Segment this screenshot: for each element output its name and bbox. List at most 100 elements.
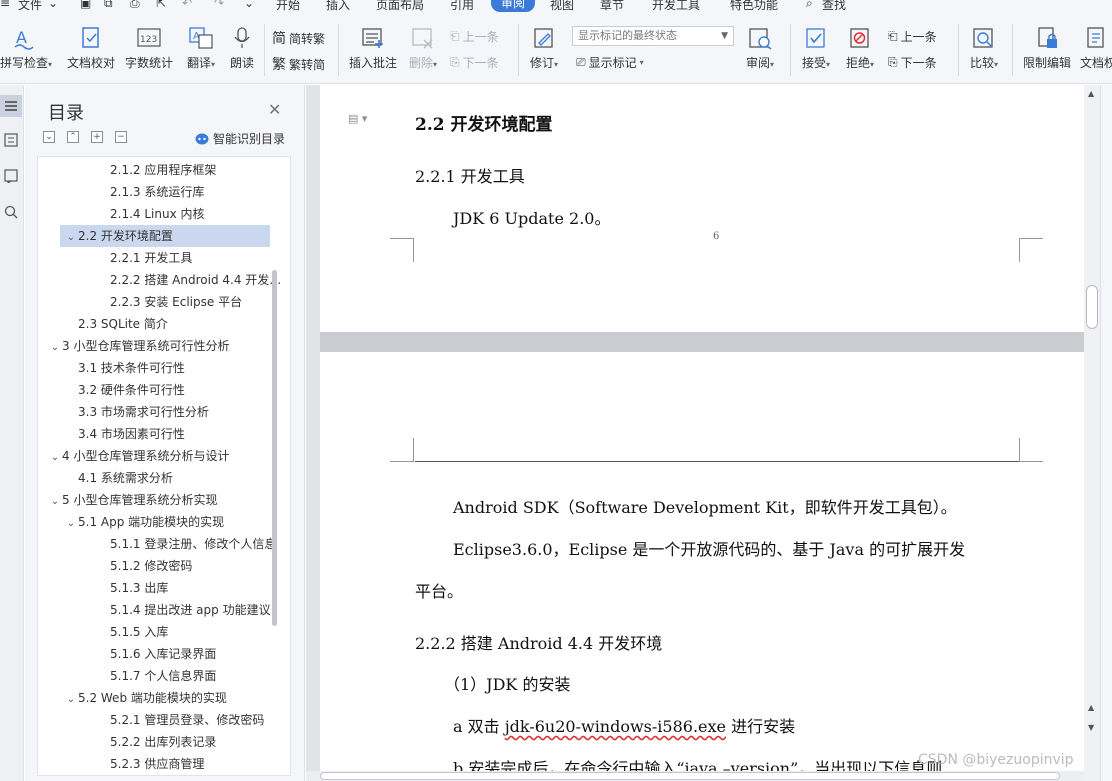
toc-item[interactable]: ⌄ 5 小型仓库管理系统分析实现 [38, 489, 284, 511]
tab-special[interactable]: 特色功能 [730, 0, 778, 13]
smart-toc-button[interactable]: 智能识别目录 [195, 130, 285, 147]
show-markup-button[interactable]: ⎚ 显示标记 ▾ [576, 54, 644, 71]
toc-item[interactable]: 5.1.5 入库 [38, 621, 284, 643]
delete-comment-button[interactable]: 删除▾ [404, 26, 442, 71]
doc-rights-button[interactable]: 文档权 [1080, 26, 1112, 71]
readaloud-button[interactable]: 朗读 [226, 26, 258, 71]
toc-panel-icon[interactable] [0, 95, 22, 117]
toc-item[interactable]: 5.1.1 登录注册、修改个人信息 [38, 533, 284, 555]
undo-icon[interactable]: ↶ [182, 0, 192, 10]
more-icon[interactable]: ⌄ [244, 0, 254, 10]
menu-icon[interactable]: ≡ [0, 0, 10, 10]
toc-item[interactable]: 3.2 硬件条件可行性 [38, 379, 284, 401]
chapter-panel-icon[interactable] [0, 129, 22, 151]
to-simplified-button[interactable]: 繁繁转简 [272, 54, 325, 74]
toc-item[interactable]: 2.1.4 Linux 内核 [38, 203, 284, 225]
toc-item[interactable]: 2.2.1 开发工具 [38, 247, 284, 269]
toc-item[interactable]: 5.1.4 提出改进 app 功能建议 [38, 599, 284, 621]
toc-item[interactable]: 3.1 技术条件可行性 [38, 357, 284, 379]
restrict-edit-button[interactable]: 限制编辑 [1020, 26, 1074, 71]
toc-item[interactable]: 5.1.2 修改密码 [38, 555, 284, 577]
chevron-down-icon[interactable]: ⌄ [64, 227, 78, 247]
chevron-down-icon[interactable]: ⌄ [48, 491, 62, 511]
scroll-thumb[interactable] [320, 772, 1060, 780]
reject-change-button[interactable]: 拒绝▾ [840, 26, 880, 71]
toc-item[interactable]: 5.2.1 管理员登录、修改密码 [38, 709, 284, 731]
compare-button[interactable]: 比较▾ [964, 26, 1004, 71]
scroll-down-icon[interactable]: ▲ [1088, 703, 1094, 712]
tab-review[interactable]: 审阅 [491, 0, 535, 12]
collapse-all-icon[interactable]: ⌄ [43, 131, 55, 143]
toc-item[interactable]: 2.2.2 搭建 Android 4.4 开发环境 [38, 269, 284, 291]
save-icon[interactable]: ▣ [80, 0, 91, 10]
proofread-button[interactable]: 文档校对 [64, 26, 118, 71]
toc-item[interactable]: 5.2.3 供应商管理 [38, 753, 284, 775]
accept-change-button[interactable]: 接受▾ [796, 26, 836, 71]
print-icon[interactable]: ⎙ [130, 0, 140, 11]
paragraph-icon[interactable]: ▤ ▾ [348, 112, 367, 125]
toc-item[interactable]: 3.3 市场需求可行性分析 [38, 401, 284, 423]
spellcheck-button[interactable]: A 拼写检查▾ [0, 26, 52, 71]
track-changes-button[interactable]: 修订▾ [524, 26, 564, 71]
redo-icon[interactable]: ↷ [214, 0, 224, 10]
chevron-down-icon[interactable]: ⌄ [48, 0, 58, 10]
toc-item[interactable]: ⌄ 5.2 Web 端功能模块的实现 [38, 687, 284, 709]
horizontal-scrollbar[interactable] [306, 771, 1084, 781]
tab-insert[interactable]: 插入 [326, 0, 350, 13]
crop-mark [390, 438, 414, 462]
tab-references[interactable]: 引用 [450, 0, 474, 13]
prev-comment-button[interactable]: ⎗ 上一条 [450, 28, 499, 45]
toc-item[interactable]: ⌄ 4 小型仓库管理系统分析与设计 [38, 445, 284, 467]
toc-item[interactable]: 3.4 市场因素可行性 [38, 423, 284, 445]
tab-page-layout[interactable]: 页面布局 [376, 0, 424, 13]
wordcount-button[interactable]: 123 字数统计 [124, 26, 174, 71]
scroll-up-icon[interactable]: ▲ [1088, 89, 1094, 98]
scroll-thumb[interactable] [1086, 285, 1098, 329]
toc-item[interactable]: 5.1.7 个人信息界面 [38, 665, 284, 687]
to-traditional-button[interactable]: 简简转繁 [272, 28, 325, 48]
chevron-down-icon[interactable]: ⌄ [48, 447, 62, 467]
chevron-down-icon[interactable]: ⌄ [48, 337, 62, 357]
search-icon[interactable]: ⌕ [806, 0, 813, 11]
plus-icon[interactable]: + [91, 131, 103, 143]
prev-change-button[interactable]: ⎗ 上一条 [888, 28, 937, 45]
markup-display-select[interactable]: 显示标记的最终状态 ▼ [572, 26, 734, 46]
next-change-button[interactable]: ⎘ 下一条 [888, 54, 937, 71]
toc-item[interactable]: ⌄ 5.1 App 端功能模块的实现 [38, 511, 284, 533]
toc-scrollbar[interactable] [272, 270, 277, 626]
toc-item[interactable]: 2.1.3 系统运行库 [38, 181, 284, 203]
toc-item[interactable]: 2.3 SQLite 简介 [38, 313, 284, 335]
tab-home[interactable]: 开始 [276, 0, 300, 13]
close-icon[interactable]: ✕ [268, 100, 281, 119]
toc-item[interactable]: 2.1.2 应用程序框架 [38, 159, 284, 181]
find-panel-icon[interactable] [0, 201, 22, 223]
toc-item[interactable]: ⌄ 2.2 开发环境配置 [60, 225, 270, 247]
toc-item-label: 3 小型仓库管理系统可行性分析 [62, 339, 230, 353]
next-comment-button[interactable]: ⎘ 下一条 [450, 54, 499, 71]
review-pane-button[interactable]: 审阅▾ [740, 26, 780, 71]
toc-item[interactable]: 5.1.6 入库记录界面 [38, 643, 284, 665]
search-label[interactable]: 查找 [822, 0, 846, 13]
bookmark-panel-icon[interactable] [0, 165, 22, 187]
expand-up-icon[interactable]: ⌃ [67, 131, 79, 143]
chevron-down-icon[interactable]: ⌄ [64, 513, 78, 533]
tab-developer[interactable]: 开发工具 [652, 0, 700, 13]
tab-view[interactable]: 视图 [550, 0, 574, 13]
vertical-scrollbar[interactable]: ▲ ▲ ▼ [1084, 85, 1100, 781]
compare-icon [973, 28, 993, 48]
svg-text:A: A [16, 28, 27, 47]
toc-item[interactable]: 5.2.2 出库列表记录 [38, 731, 284, 753]
tab-chapter[interactable]: 章节 [600, 0, 624, 13]
toc-item[interactable]: ⌄ 3 小型仓库管理系统可行性分析 [38, 335, 284, 357]
file-menu[interactable]: 文件 [18, 0, 42, 13]
export-icon[interactable]: ⇱ [156, 0, 166, 10]
print-preview-icon[interactable]: ⧉ [104, 0, 113, 11]
toc-item[interactable]: 2.2.3 安装 Eclipse 平台 [38, 291, 284, 313]
toc-item[interactable]: 4.1 系统需求分析 [38, 467, 284, 489]
scroll-down-icon[interactable]: ▼ [1088, 723, 1094, 732]
minus-icon[interactable]: − [115, 131, 127, 143]
translate-button[interactable]: A 翻译▾ [182, 26, 220, 71]
insert-comment-button[interactable]: 插入批注 [346, 26, 400, 71]
toc-item[interactable]: 5.1.3 出库 [38, 577, 284, 599]
chevron-down-icon[interactable]: ⌄ [64, 689, 78, 709]
